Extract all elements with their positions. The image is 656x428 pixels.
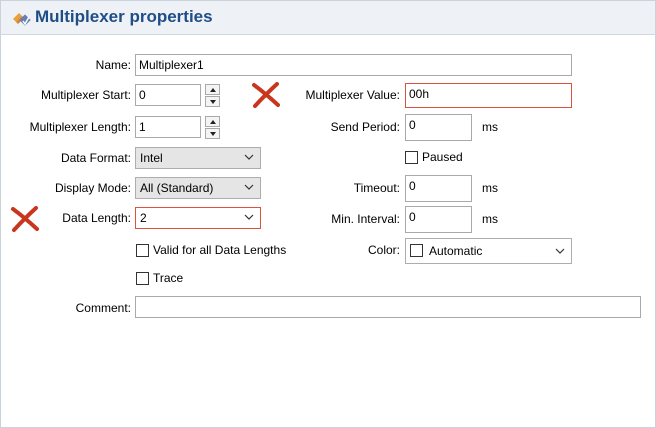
comment-field[interactable] <box>135 296 641 318</box>
spin-up-button[interactable] <box>205 116 220 127</box>
timeout-unit: ms <box>482 181 498 195</box>
timeout-label: Timeout: <box>353 181 400 195</box>
mux-start-field[interactable]: 0 <box>135 84 201 106</box>
data-format-value: Intel <box>140 151 163 165</box>
mux-start-label: Multiplexer Start: <box>40 88 131 102</box>
color-swatch <box>410 244 423 257</box>
data-format-dropdown[interactable]: Intel <box>135 147 261 169</box>
window-title: Multiplexer properties <box>35 7 213 26</box>
timeout-field[interactable]: 0 <box>405 175 472 202</box>
data-length-label: Data Length: <box>62 211 131 225</box>
mux-length-stepper[interactable] <box>205 116 220 139</box>
comment-label: Comment: <box>75 301 131 315</box>
properties-panel: Multiplexer properties Name: Multiplexer… <box>0 0 656 428</box>
send-period-unit: ms <box>482 120 498 134</box>
mux-length-field[interactable]: 1 <box>135 116 201 138</box>
mux-value-field[interactable]: 00h <box>405 83 572 108</box>
spin-up-button[interactable] <box>205 84 220 95</box>
chevron-down-icon <box>244 154 254 160</box>
min-interval-field[interactable]: 0 <box>405 206 472 233</box>
mux-length-label: Multiplexer Length: <box>29 120 131 134</box>
title-bar: Multiplexer properties <box>1 1 655 35</box>
color-label: Color: <box>367 243 400 257</box>
send-period-field[interactable]: 0 <box>405 114 472 141</box>
send-period-label: Send Period: <box>330 120 400 134</box>
chevron-down-icon <box>244 214 254 220</box>
trace-checkbox[interactable] <box>136 272 149 285</box>
display-mode-value: All (Standard) <box>140 181 214 195</box>
error-x-icon <box>11 206 39 232</box>
min-interval-label: Min. Interval: <box>331 212 400 226</box>
valid-all-checkbox[interactable] <box>136 244 149 257</box>
data-length-dropdown[interactable]: 2 <box>135 207 261 229</box>
color-value: Automatic <box>429 244 483 258</box>
mux-start-stepper[interactable] <box>205 84 220 107</box>
error-x-icon <box>252 82 280 108</box>
multiplexer-icon <box>13 13 31 26</box>
trace-label: Trace <box>153 271 184 285</box>
data-format-label: Data Format: <box>60 151 131 165</box>
name-field[interactable]: Multiplexer1 <box>135 54 572 76</box>
valid-all-label: Valid for all Data Lengths <box>153 243 287 257</box>
spin-down-button[interactable] <box>205 128 220 139</box>
paused-checkbox[interactable] <box>405 151 418 164</box>
spin-down-button[interactable] <box>205 96 220 107</box>
min-interval-unit: ms <box>482 212 498 226</box>
color-dropdown[interactable]: Automatic <box>405 238 572 264</box>
data-length-value: 2 <box>140 211 147 225</box>
paused-label: Paused <box>422 150 463 164</box>
mux-value-label: Multiplexer Value: <box>305 88 401 102</box>
name-label: Name: <box>95 58 131 72</box>
chevron-down-icon <box>555 248 565 254</box>
display-mode-dropdown[interactable]: All (Standard) <box>135 177 261 199</box>
chevron-down-icon <box>244 184 254 190</box>
display-mode-label: Display Mode: <box>54 181 131 195</box>
